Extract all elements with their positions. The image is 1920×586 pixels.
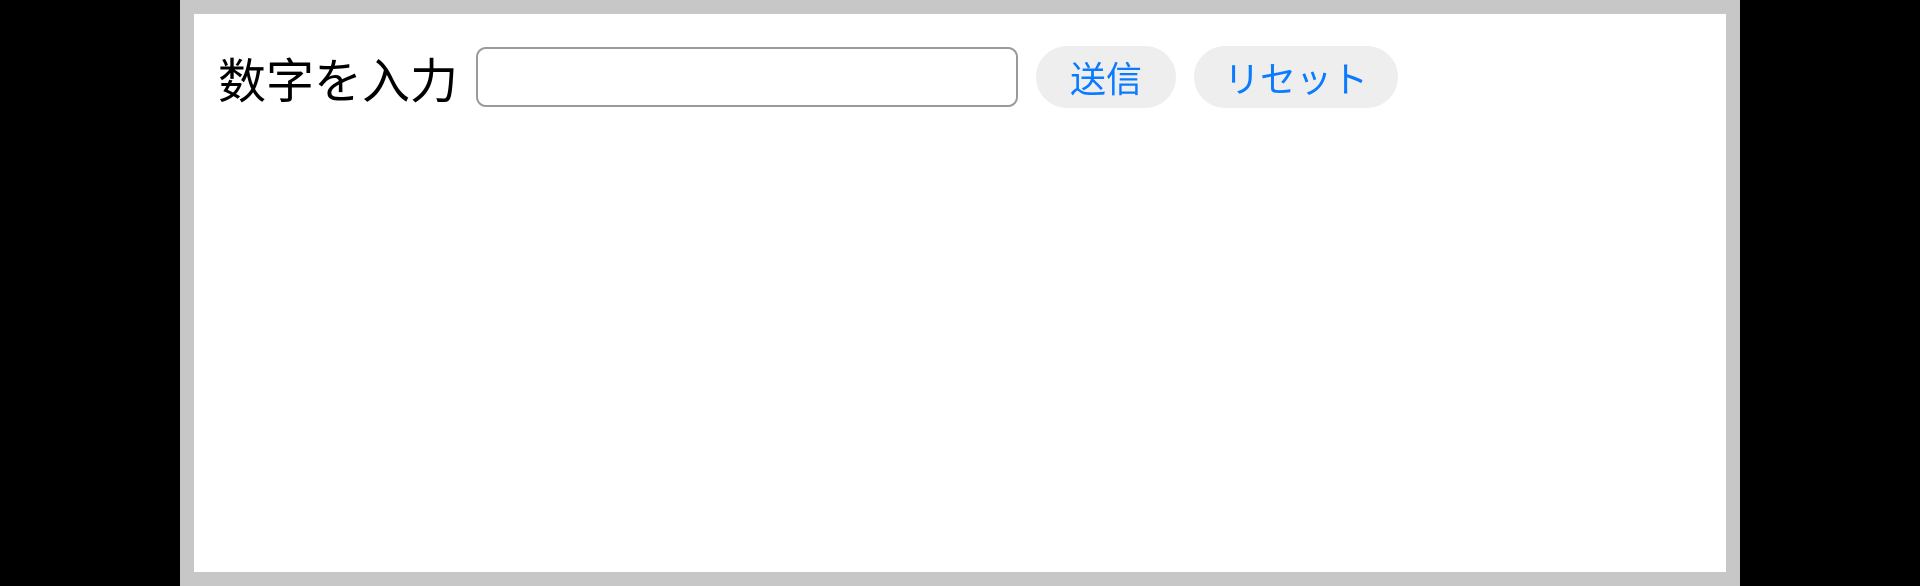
- submit-button[interactable]: 送信: [1036, 46, 1176, 108]
- input-label: 数字を入力: [218, 42, 458, 112]
- number-input[interactable]: [476, 47, 1018, 107]
- window-frame: 数字を入力 送信 リセット: [180, 0, 1740, 586]
- form-row: 数字を入力 送信 リセット: [218, 42, 1702, 112]
- reset-button[interactable]: リセット: [1194, 46, 1398, 108]
- content-panel: 数字を入力 送信 リセット: [194, 14, 1726, 572]
